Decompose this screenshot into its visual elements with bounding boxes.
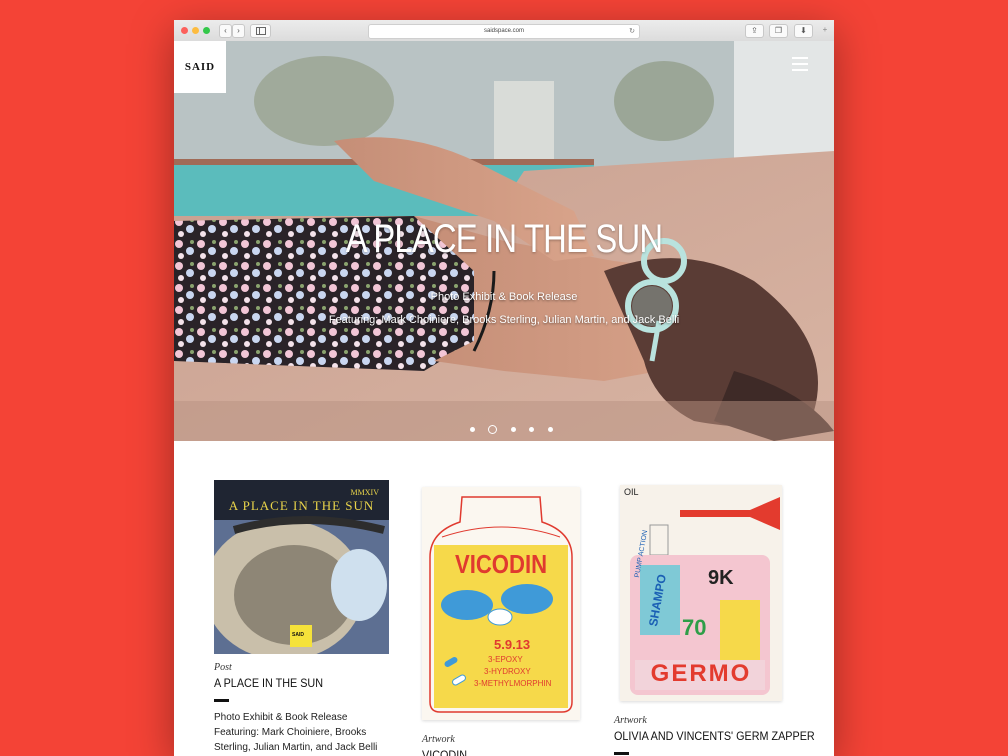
url-text: saidspace.com — [483, 28, 525, 34]
card-title[interactable]: VICODIN — [422, 748, 566, 756]
hero-slider: SAID A PLACE IN THE SUN Photo Exhibit & … — [174, 41, 834, 441]
slide-dot-active[interactable] — [488, 425, 498, 435]
divider-rule — [214, 699, 229, 702]
poster-line: 5.9.13 — [494, 637, 531, 652]
close-window-button[interactable] — [181, 27, 188, 34]
book-cover-image[interactable]: MMXIV A PLACE IN THE SUN SAID — [214, 480, 389, 654]
hero-subtitle: Photo Exhibit & Book Release — [430, 291, 578, 303]
browser-toolbar: ‹ › saidspace.com ↻ ⇪ ❐ ⬇ + — [174, 20, 834, 42]
slide-dot[interactable] — [470, 427, 475, 433]
poster-line: 3-EPOXY — [488, 655, 523, 664]
minimize-window-button[interactable] — [192, 27, 199, 34]
post-card[interactable]: MMXIV A PLACE IN THE SUN SAID Post A PLA… — [214, 480, 389, 755]
divider-rule — [614, 752, 629, 755]
show-tabs-button[interactable]: ❐ — [769, 24, 788, 38]
card-type-label: Artwork — [422, 734, 455, 745]
sidebar-icon — [255, 27, 266, 35]
reload-icon[interactable]: ↻ — [629, 25, 635, 38]
new-tab-button[interactable]: + — [818, 24, 832, 36]
cover-badge: SAID — [292, 632, 304, 638]
hamburger-menu-icon[interactable] — [792, 57, 808, 71]
address-bar[interactable]: saidspace.com ↻ — [368, 24, 640, 39]
artwork-card[interactable]: VICODIN 5.9.13 3-EPOXY 3-HYDROXY 3-METHY… — [422, 487, 582, 756]
card-title[interactable]: OLIVIA AND VINCENTS' GERM ZAPPER — [614, 729, 815, 743]
slide-dot[interactable] — [529, 427, 535, 433]
slide-dot[interactable] — [510, 427, 516, 433]
slide-dot[interactable] — [547, 427, 553, 433]
cover-year: MMXIV — [350, 488, 379, 497]
hero-title: A PLACE IN THE SUN — [345, 217, 663, 261]
poster-title: VICODIN — [454, 549, 548, 579]
card-type-label: Post — [214, 662, 232, 673]
forward-button[interactable]: › — [232, 24, 245, 38]
share-button[interactable]: ⇪ — [745, 24, 764, 38]
poster-line: 3-HYDROXY — [484, 667, 531, 676]
card-title[interactable]: A PLACE IN THE SUN — [214, 676, 372, 690]
site-logo[interactable]: SAID — [174, 41, 226, 93]
slide-pagination — [470, 421, 562, 439]
poster-line: 9K — [708, 567, 734, 589]
downloads-button[interactable]: ⬇ — [794, 24, 813, 38]
card-excerpt: Photo Exhibit & Book Release Featuring: … — [214, 712, 378, 753]
zoom-window-button[interactable] — [203, 27, 210, 34]
hero-featuring: Featuring: Mark Choiniere, Brooks Sterli… — [328, 314, 680, 326]
browser-window: ‹ › saidspace.com ↻ ⇪ ❐ ⬇ + SAID A PLACE… — [174, 20, 834, 756]
poster-line: 3-METHYLMORPHIN — [474, 679, 552, 688]
vicodin-poster-image[interactable]: VICODIN 5.9.13 3-EPOXY 3-HYDROXY 3-METHY… — [422, 487, 580, 720]
germ-zapper-poster-image[interactable]: OIL PUMP ACTION SHAMPO 9K 70 GERMO — [620, 485, 782, 701]
artwork-card[interactable]: OIL PUMP ACTION SHAMPO 9K 70 GERMO Artwo… — [614, 485, 820, 755]
back-button[interactable]: ‹ — [219, 24, 232, 38]
card-type-label: Artwork — [614, 715, 647, 726]
cover-title: A PLACE IN THE SUN — [228, 498, 375, 513]
poster-title: GERMO — [650, 660, 752, 687]
sidebar-toggle-button[interactable] — [250, 24, 271, 38]
poster-line: 70 — [682, 615, 707, 640]
poster-line: OIL — [624, 487, 639, 497]
